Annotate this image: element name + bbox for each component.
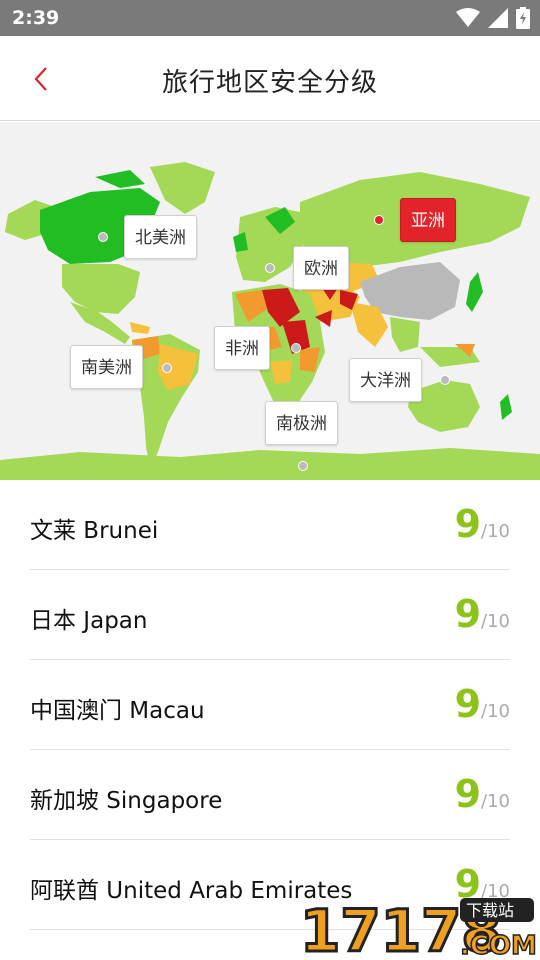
region-label-oceania[interactable]: 大洋洲 — [349, 358, 422, 402]
country-row[interactable]: 文莱 Brunei 9/10 — [30, 480, 510, 570]
country-name: 新加坡 Singapore — [30, 788, 223, 814]
region-label-asia[interactable]: 亚洲 — [400, 198, 456, 242]
status-time: 2:39 — [12, 7, 60, 29]
status-icons — [456, 7, 530, 29]
score-max: /10 — [481, 791, 510, 812]
safety-score: 9/10 — [455, 682, 510, 726]
north-america-dot[interactable] — [98, 232, 108, 242]
country-name: 日本 Japan — [30, 608, 148, 634]
oceania-dot[interactable] — [440, 375, 450, 385]
region-label-antarctica[interactable]: 南极洲 — [265, 401, 338, 445]
signal-icon — [488, 8, 508, 28]
world-map[interactable]: 北美洲 欧洲 亚洲 非洲 南美洲 大洋洲 南极洲 — [0, 122, 540, 480]
region-label-europe[interactable]: 欧洲 — [293, 246, 349, 290]
country-name: 中国澳门 Macau — [30, 698, 205, 724]
score-value: 9 — [454, 772, 482, 816]
region-label-south-america[interactable]: 南美洲 — [70, 345, 143, 389]
safety-score: 9/10 — [455, 502, 510, 546]
region-label-north-america[interactable]: 北美洲 — [124, 215, 197, 259]
country-name: 文莱 Brunei — [30, 518, 159, 544]
country-row[interactable]: 日本 Japan 9/10 — [30, 570, 510, 660]
battery-icon — [516, 7, 530, 29]
score-value: 9 — [454, 502, 482, 546]
asia-dot[interactable] — [374, 215, 384, 225]
score-value: 9 — [454, 592, 482, 636]
score-value: 9 — [454, 682, 482, 726]
watermark-badge: 下载站 — [466, 901, 514, 920]
status-bar: 2:39 — [0, 0, 540, 36]
country-row[interactable]: 新加坡 Singapore 9/10 — [30, 750, 510, 840]
score-max: /10 — [481, 521, 510, 542]
europe-dot[interactable] — [265, 263, 275, 273]
antarctica-dot[interactable] — [298, 461, 308, 471]
wifi-icon — [456, 8, 480, 27]
score-max: /10 — [481, 611, 510, 632]
safety-score: 9/10 — [455, 772, 510, 816]
page-title: 旅行地区安全分级 — [161, 68, 378, 98]
app-header: 旅行地区安全分级 — [0, 36, 540, 121]
score-max: /10 — [481, 701, 510, 722]
region-label-africa[interactable]: 非洲 — [214, 326, 270, 370]
watermark-suffix: .COM — [460, 931, 536, 958]
africa-dot[interactable] — [291, 343, 301, 353]
country-row[interactable]: 中国澳门 Macau 9/10 — [30, 660, 510, 750]
country-list: 文莱 Brunei 9/10 日本 Japan 9/10 中国澳门 Macau … — [0, 480, 540, 930]
safety-score: 9/10 — [455, 592, 510, 636]
site-watermark-logo: 17178 下载站 .COM — [300, 896, 536, 958]
south-america-dot[interactable] — [162, 363, 172, 373]
